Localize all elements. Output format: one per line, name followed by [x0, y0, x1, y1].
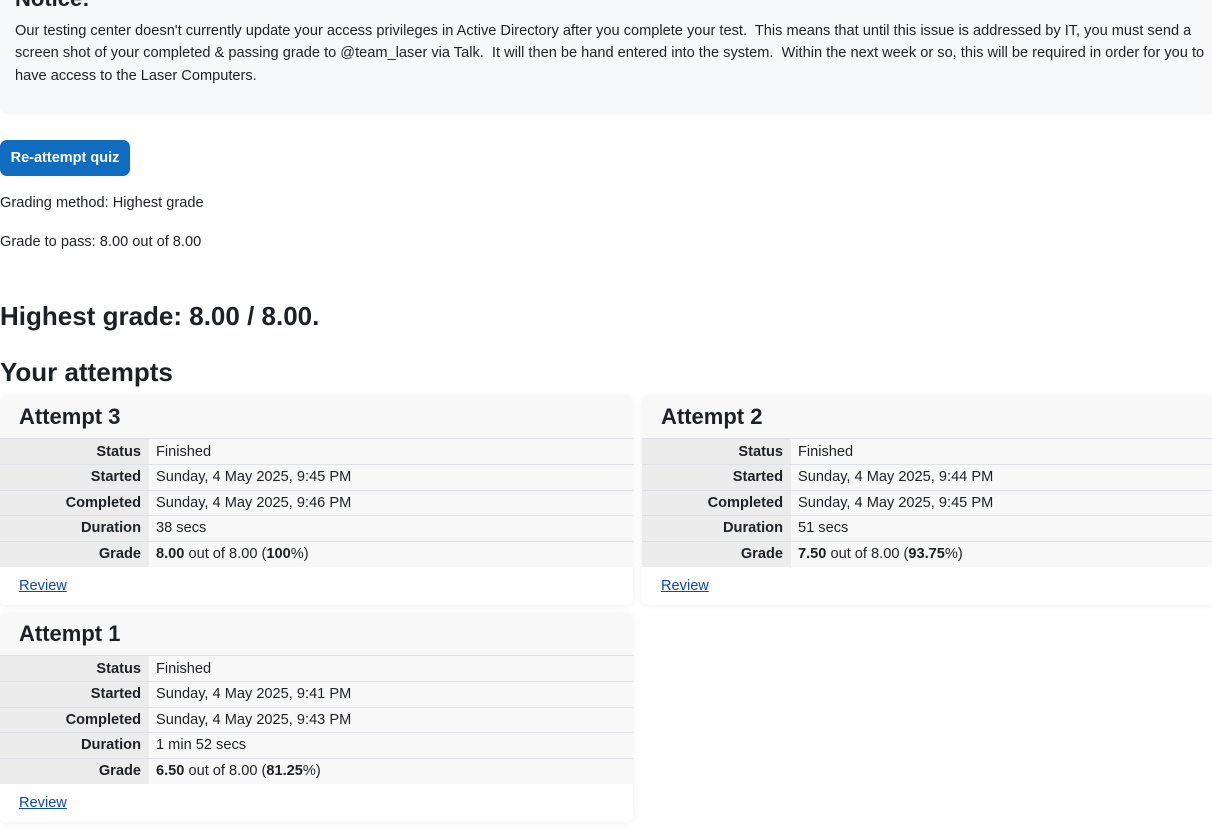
grade-percent-suffix: %) — [302, 763, 321, 779]
table-row: Grade 6.50 out of 8.00 (81.25%) — [0, 758, 633, 784]
highest-grade: Highest grade: 8.00 / 8.00. — [0, 301, 320, 331]
grade-out-of: out of 8.00 ( — [826, 546, 909, 562]
started-label: Started — [0, 464, 149, 491]
status-value: Finished — [791, 439, 1212, 465]
attempt-card-2: Attempt 2 Status Finished Started Sunday… — [642, 396, 1212, 605]
attempt-card-header: Attempt 1 — [0, 613, 633, 656]
grading-method: Grading method: Highest grade — [0, 195, 204, 211]
attempt-card-header: Attempt 3 — [0, 396, 633, 439]
attempt-title: Attempt 1 — [19, 621, 121, 646]
grade-percent: 93.75 — [908, 546, 945, 562]
duration-value: 51 secs — [791, 515, 1212, 542]
completed-label: Completed — [0, 707, 149, 733]
grade-score: 7.50 — [798, 546, 827, 562]
attempt-summary-table: Status Finished Started Sunday, 4 May 20… — [0, 656, 633, 784]
review-link-attempt-1[interactable]: Review — [19, 794, 633, 812]
table-row: Completed Sunday, 4 May 2025, 9:45 PM — [642, 490, 1212, 516]
grade-label: Grade — [0, 541, 149, 567]
started-label: Started — [0, 681, 149, 708]
grade-percent: 100 — [266, 546, 291, 562]
grade-out-of: out of 8.00 ( — [184, 763, 267, 779]
duration-value: 38 secs — [149, 515, 633, 542]
notice-box: Notice: Our testing center doesn't curre… — [0, 0, 1212, 114]
grade-value: 6.50 out of 8.00 (81.25%) — [149, 758, 633, 784]
completed-label: Completed — [642, 490, 791, 516]
table-row: Status Finished — [0, 656, 633, 682]
table-row: Duration 38 secs — [0, 515, 633, 542]
status-value: Finished — [149, 439, 633, 465]
attempt-card-header: Attempt 2 — [642, 396, 1212, 439]
table-row: Grade 8.00 out of 8.00 (100%) — [0, 541, 633, 567]
started-value: Sunday, 4 May 2025, 9:44 PM — [791, 464, 1212, 491]
completed-label: Completed — [0, 490, 149, 516]
started-label: Started — [642, 464, 791, 491]
attempt-summary-table: Status Finished Started Sunday, 4 May 20… — [642, 439, 1212, 567]
attempt-card-1: Attempt 1 Status Finished Started Sunday… — [0, 613, 633, 822]
status-label: Status — [0, 439, 149, 465]
grade-out-of: out of 8.00 ( — [184, 546, 267, 562]
grade-value: 7.50 out of 8.00 (93.75%) — [791, 541, 1212, 567]
status-value: Finished — [149, 656, 633, 682]
grade-label: Grade — [0, 758, 149, 784]
attempt-title: Attempt 2 — [661, 404, 763, 429]
attempt-card-3: Attempt 3 Status Finished Started Sunday… — [0, 396, 633, 605]
notice-title: Notice: — [15, 0, 90, 12]
status-label: Status — [0, 656, 149, 682]
grade-score: 6.50 — [156, 763, 185, 779]
table-row: Status Finished — [642, 439, 1212, 465]
duration-value: 1 min 52 secs — [149, 732, 633, 759]
grade-label: Grade — [642, 541, 791, 567]
table-row: Completed Sunday, 4 May 2025, 9:43 PM — [0, 707, 633, 733]
duration-label: Duration — [0, 732, 149, 759]
started-value: Sunday, 4 May 2025, 9:45 PM — [149, 464, 633, 491]
attempt-summary-table: Status Finished Started Sunday, 4 May 20… — [0, 439, 633, 567]
table-row: Started Sunday, 4 May 2025, 9:44 PM — [642, 464, 1212, 491]
attempts-heading: Your attempts — [0, 357, 173, 387]
completed-value: Sunday, 4 May 2025, 9:46 PM — [149, 490, 633, 516]
table-row: Status Finished — [0, 439, 633, 465]
review-link-attempt-2[interactable]: Review — [661, 577, 1212, 595]
duration-label: Duration — [642, 515, 791, 542]
duration-label: Duration — [0, 515, 149, 542]
table-row: Duration 51 secs — [642, 515, 1212, 542]
grade-percent-suffix: %) — [944, 546, 963, 562]
status-label: Status — [642, 439, 791, 465]
completed-value: Sunday, 4 May 2025, 9:45 PM — [791, 490, 1212, 516]
grade-percent: 81.25 — [266, 763, 303, 779]
notice-text: Our testing center doesn't currently upd… — [15, 23, 1209, 84]
reattempt-quiz-button[interactable]: Re-attempt quiz — [0, 140, 130, 176]
table-row: Duration 1 min 52 secs — [0, 732, 633, 759]
table-row: Grade 7.50 out of 8.00 (93.75%) — [642, 541, 1212, 567]
grade-score: 8.00 — [156, 546, 185, 562]
table-row: Started Sunday, 4 May 2025, 9:45 PM — [0, 464, 633, 491]
started-value: Sunday, 4 May 2025, 9:41 PM — [149, 681, 633, 708]
table-row: Started Sunday, 4 May 2025, 9:41 PM — [0, 681, 633, 708]
grade-percent-suffix: %) — [290, 546, 309, 562]
table-row: Completed Sunday, 4 May 2025, 9:46 PM — [0, 490, 633, 516]
grade-to-pass: Grade to pass: 8.00 out of 8.00 — [0, 234, 202, 250]
review-link-attempt-3[interactable]: Review — [19, 577, 633, 595]
completed-value: Sunday, 4 May 2025, 9:43 PM — [149, 707, 633, 733]
attempt-title: Attempt 3 — [19, 404, 121, 429]
grade-value: 8.00 out of 8.00 (100%) — [149, 541, 633, 567]
